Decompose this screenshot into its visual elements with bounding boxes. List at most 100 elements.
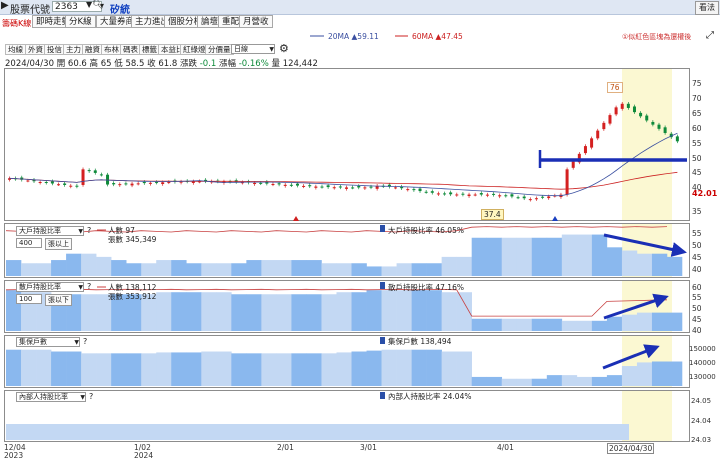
area-bar — [126, 353, 142, 386]
area-bar — [51, 351, 67, 386]
dropdown-icon[interactable]: ▾ — [100, 1, 104, 10]
chart-mode-label[interactable]: 籌碼K線 — [2, 18, 31, 29]
area-bar — [216, 292, 232, 331]
highlight-region — [622, 391, 672, 441]
area-bar — [216, 351, 232, 386]
area-bar — [441, 351, 457, 386]
candle-body — [534, 198, 538, 200]
btn-margin[interactable]: 融資 — [82, 44, 103, 55]
area-bar — [561, 234, 578, 276]
candle-body — [118, 184, 122, 186]
area-bar — [636, 362, 653, 386]
candle-body — [430, 191, 434, 193]
btn-bollinger[interactable]: 布林 — [101, 44, 122, 55]
candle-body — [424, 191, 428, 193]
panel2-tick: 40 — [692, 326, 702, 335]
panel4-tick: 24.04 — [691, 417, 712, 425]
area-bar — [186, 263, 202, 276]
panel3-tick: 140000 — [689, 359, 716, 367]
area-bar — [276, 294, 292, 331]
x-axis: 12/04 2023 1/02 2024 2/01 3/01 4/01 2024… — [0, 443, 720, 460]
area-bar — [306, 353, 322, 386]
help-icon[interactable]: ? — [87, 226, 91, 235]
x-label: 4/01 — [497, 443, 514, 452]
candle-body — [485, 194, 489, 196]
btn-trust[interactable]: 投信 — [44, 44, 65, 55]
insider-holding-chart — [6, 391, 672, 441]
panel2-select[interactable]: 散戶持股比率 ▼ — [16, 282, 84, 292]
panel2-unit[interactable]: 張以下 — [45, 294, 72, 306]
area-bar — [291, 353, 307, 386]
candle-body — [516, 197, 520, 199]
area-bar — [666, 361, 683, 386]
btn-foreign[interactable]: 外資 — [25, 44, 46, 55]
tab-minute-k[interactable]: 分K線 — [65, 15, 96, 28]
area-bar — [246, 353, 262, 386]
x-label: 2/01 — [277, 443, 294, 452]
area-bar — [546, 237, 563, 276]
candle-body — [302, 185, 306, 187]
expand-icon[interactable]: ⤢ — [706, 30, 714, 41]
area-bar — [291, 260, 307, 276]
panel1-select[interactable]: 大戶持股比率 ▼ — [16, 226, 84, 236]
candle-body — [632, 106, 636, 113]
area-bar — [486, 376, 503, 386]
candle-body — [69, 185, 73, 187]
price-tick: 60 — [692, 124, 702, 133]
candle-body — [363, 187, 367, 189]
tab-monthly-revenue[interactable]: 月營收 — [239, 15, 273, 28]
candle-body — [253, 182, 257, 185]
panel3-select[interactable]: 集保戶數 ▼ — [16, 337, 80, 347]
area-bar — [336, 352, 352, 386]
area-bar — [531, 318, 548, 331]
area-bar — [576, 234, 593, 276]
panel1-threshold-input[interactable]: 400 — [16, 238, 42, 248]
help-icon[interactable]: ? — [89, 392, 93, 401]
area-bar — [651, 312, 668, 331]
area-bar — [651, 253, 668, 276]
btn-tag[interactable]: 標籤 — [139, 44, 160, 55]
price-tick: 35 — [692, 207, 702, 216]
area-bar — [366, 290, 382, 331]
candle-body — [271, 184, 275, 186]
btn-major[interactable]: 主力 — [63, 44, 84, 55]
area-bar — [501, 318, 518, 331]
period-select[interactable]: 日線 ▼ — [231, 44, 275, 54]
area-bar — [486, 237, 503, 276]
help-button[interactable]: 看法 — [695, 1, 719, 15]
gear-icon[interactable]: ⚙ — [279, 42, 289, 55]
candle-body — [443, 193, 447, 195]
btn-price-volume[interactable]: 分價量 — [205, 44, 234, 55]
area-bar — [636, 312, 653, 331]
area-bar — [516, 318, 533, 331]
candle-body — [461, 193, 465, 195]
area-bar — [81, 253, 97, 276]
candle-body — [479, 193, 483, 195]
btn-ma[interactable]: 均線 — [5, 44, 26, 55]
candle-body — [455, 194, 459, 196]
area-bar — [426, 263, 442, 276]
panel4-select[interactable]: 內部人持股比率 ▼ — [16, 392, 86, 402]
candle-body — [106, 174, 110, 185]
panel2-ratio: 散戶持股比率 47.16% — [388, 283, 464, 292]
candle-body — [351, 187, 355, 189]
help-icon[interactable]: ? — [83, 337, 87, 346]
candle-body — [289, 184, 293, 186]
candle-body — [130, 183, 134, 186]
candle-body — [112, 183, 116, 185]
candle-body — [504, 195, 508, 197]
area-bar — [471, 376, 488, 386]
area-bar — [261, 260, 277, 276]
expand-arrow-icon[interactable]: ▶ — [1, 0, 9, 11]
help-icon[interactable]: ? — [87, 282, 91, 291]
price-tick: 50 — [692, 154, 702, 163]
panel3-tick: 130000 — [689, 373, 716, 381]
panel2-tick: 45 — [692, 315, 702, 324]
area-bar — [411, 263, 427, 276]
panel2-threshold-input[interactable]: 100 — [16, 294, 42, 304]
area-bar — [261, 353, 277, 386]
btn-meter[interactable]: 碼表 — [120, 44, 141, 55]
area-bar — [441, 256, 457, 276]
area-bar — [36, 263, 52, 276]
panel1-unit[interactable]: 張以上 — [45, 238, 72, 250]
